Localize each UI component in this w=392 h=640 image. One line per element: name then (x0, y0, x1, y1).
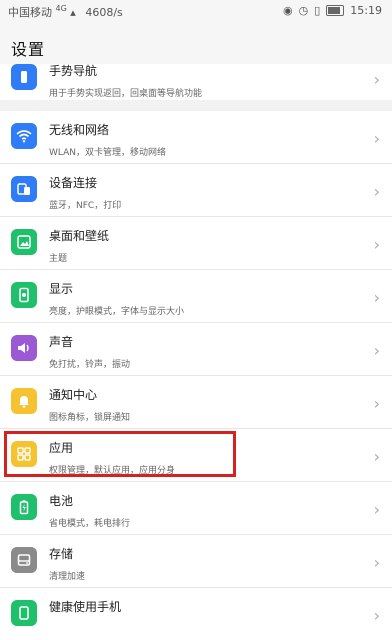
item-subtitle: 权限管理，默认应用，应用分身 (49, 466, 176, 476)
page-title: 设置 (11, 40, 46, 59)
item-text: 电池省电模式，耗电排行 (49, 492, 130, 529)
gesture-icon (11, 64, 37, 90)
carrier-label: 中国移动 (8, 6, 52, 19)
item-text: 无线和网络 WLAN，双卡管理，移动网络 (49, 121, 166, 158)
item-title: 应用 (49, 441, 74, 455)
item-subtitle: 蓝牙，NFC，打印 (49, 201, 122, 211)
settings-item-storage[interactable]: 存储清理加速 › (0, 535, 392, 588)
time-label: 15:19 (350, 4, 382, 17)
item-text: 健康使用手机 (49, 598, 121, 622)
item-subtitle: 清理加速 (49, 572, 86, 582)
item-text: 应用权限管理，默认应用，应用分身 (49, 439, 175, 476)
item-text: 手势导航 用于手势实现返回，回桌面等导航功能 (49, 64, 202, 99)
item-subtitle: 省电模式，耗电排行 (49, 519, 131, 529)
top-card: 手势导航 用于手势实现返回，回桌面等导航功能 › (0, 64, 392, 100)
apps-icon (11, 441, 37, 467)
settings-item-notification[interactable]: 通知中心图标角标，锁屏通知 › (0, 376, 392, 429)
wifi-icon (11, 123, 37, 149)
device-connection-icon (11, 176, 37, 202)
item-text: 桌面和壁纸 主题 (49, 227, 109, 264)
network-label: 4G (55, 4, 67, 13)
status-bar: 中国移动 4G ▴ 4608/s ◉ ◷ ▯ 15:19 (0, 0, 392, 22)
item-text: 存储 清理加速 (49, 545, 85, 582)
chevron-right-icon: › (373, 606, 380, 625)
chevron-right-icon: › (373, 341, 380, 360)
item-subtitle: 免打扰，铃声，振动 (49, 360, 131, 370)
settings-list: 无线和网络 WLAN，双卡管理，移动网络 › 设备连接 蓝牙，NFC，打印 › 桌面和壁纸主… (0, 111, 392, 640)
notification-icon (11, 388, 37, 414)
item-title: 无线和网络 (49, 123, 110, 137)
status-left: 中国移动 4G ▴ 4608/s (8, 4, 123, 20)
item-text: 声音免打扰，铃声，振动 (49, 333, 130, 370)
item-title: 通知中心 (49, 388, 98, 402)
item-title: 声音 (49, 335, 74, 349)
item-text: 通知中心图标角标，锁屏通知 (49, 386, 130, 423)
settings-item-wifi[interactable]: 无线和网络 WLAN，双卡管理，移动网络 › (0, 111, 392, 164)
item-subtitle: 主题 (49, 254, 68, 264)
battery-status-icon (326, 5, 345, 16)
item-subtitle: 亮度，护眼模式，字体与显示大小 (49, 307, 185, 317)
settings-item-device-connection[interactable]: 设备连接蓝牙，NFC，打印 › (0, 164, 392, 217)
settings-item-battery[interactable]: 电池省电模式，耗电排行 › (0, 482, 392, 535)
item-title: 手势导航 (49, 64, 98, 78)
battery-icon (11, 494, 37, 520)
item-text: 显示亮度，护眼模式，字体与显示大小 (49, 280, 184, 317)
item-title: 设备连接 (49, 176, 98, 190)
display-icon (11, 282, 37, 308)
sound-icon (11, 335, 37, 361)
item-subtitle: 图标角标，锁屏通知 (49, 413, 131, 423)
digital-balance-icon (11, 600, 37, 626)
chevron-right-icon: › (373, 182, 380, 201)
chevron-right-icon: › (373, 500, 380, 519)
item-title: 电池 (49, 494, 74, 508)
storage-icon (11, 547, 37, 573)
title-bar: 设置 (0, 22, 392, 64)
chevron-right-icon: › (373, 553, 380, 572)
eye-icon: ◉ (283, 4, 293, 17)
chevron-right-icon: › (373, 235, 380, 254)
settings-item-digital-balance[interactable]: 健康使用手机 › (0, 588, 392, 640)
settings-item-apps[interactable]: 应用权限管理，默认应用，应用分身 › (0, 429, 392, 482)
chevron-right-icon: › (373, 447, 380, 466)
chevron-right-icon: › (373, 288, 380, 307)
settings-item-wallpaper[interactable]: 桌面和壁纸主题 › (0, 217, 392, 270)
wallpaper-icon (11, 229, 37, 255)
settings-item-display[interactable]: 显示亮度，护眼模式，字体与显示大小 › (0, 270, 392, 323)
item-title: 存储 (49, 547, 74, 561)
chevron-right-icon: › (373, 394, 380, 413)
chevron-right-icon: › (373, 70, 380, 89)
settings-item-gesture[interactable]: 手势导航 用于手势实现返回，回桌面等导航功能 › (0, 64, 392, 100)
item-subtitle: WLAN，双卡管理，移动网络 (49, 148, 167, 158)
alarm-icon: ◷ (298, 4, 309, 17)
speed-label: 4608/s (85, 6, 123, 19)
signal-icon: ▴ (70, 6, 76, 19)
item-subtitle: 用于手势实现返回，回桌面等导航功能 (49, 89, 203, 99)
item-title: 显示 (49, 282, 74, 296)
status-right: ◉ ◷ ▯ 15:19 (283, 4, 382, 17)
vibrate-icon: ▯ (314, 4, 321, 17)
item-title: 桌面和壁纸 (49, 229, 110, 243)
item-text: 设备连接蓝牙，NFC，打印 (49, 174, 121, 211)
settings-item-sound[interactable]: 声音免打扰，铃声，振动 › (0, 323, 392, 376)
chevron-right-icon: › (373, 129, 380, 148)
